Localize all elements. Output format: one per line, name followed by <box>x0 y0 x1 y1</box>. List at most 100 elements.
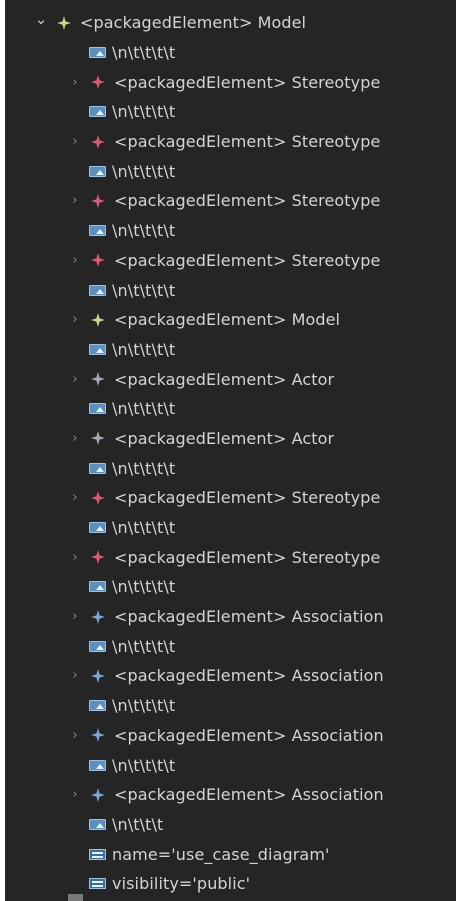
text-node-value: \n\t\t\t\t <box>112 755 176 775</box>
text-node[interactable]: \n\t\t\t\t <box>5 335 456 365</box>
tree-node[interactable]: › <packagedElement> Actor <box>5 364 456 394</box>
chevron-right-icon[interactable]: › <box>68 728 82 743</box>
stereotype-icon <box>91 490 105 505</box>
chevron-right-icon[interactable]: › <box>68 134 82 149</box>
text-node[interactable]: \n\t\t\t\t <box>5 631 456 661</box>
text-node-value: \n\t\t\t\t <box>112 458 176 478</box>
text-node-icon <box>89 47 106 59</box>
stereotype-icon <box>91 550 105 565</box>
text-node[interactable]: \n\t\t\t\t <box>5 453 456 483</box>
text-node-value: \n\t\t\t\t <box>112 221 176 241</box>
association-icon <box>91 609 105 624</box>
element-tag: <packagedElement> <box>114 191 287 211</box>
model-icon <box>57 15 71 30</box>
tree-node[interactable]: › <packagedElement> Association <box>5 602 456 632</box>
stereotype-icon <box>91 193 105 208</box>
element-name: Association <box>291 785 384 805</box>
element-tag: <packagedElement> <box>80 13 253 33</box>
text-node-value: \n\t\t\t\t <box>112 636 176 656</box>
text-node-value: \n\t\t\t\t <box>112 518 176 538</box>
text-node-icon <box>89 225 106 237</box>
association-icon <box>91 668 105 683</box>
text-node[interactable]: \n\t\t\t\t <box>5 750 456 780</box>
text-node-icon <box>89 343 106 355</box>
chevron-right-icon[interactable]: › <box>68 372 82 387</box>
tree-node[interactable]: › <packagedElement> Stereotype <box>5 246 456 276</box>
element-name: Association <box>291 607 384 627</box>
chevron-right-icon[interactable]: › <box>68 431 82 446</box>
element-name: Stereotype <box>291 72 381 92</box>
text-node[interactable]: \n\t\t\t\t <box>5 394 456 424</box>
element-tag: <packagedElement> <box>114 369 287 389</box>
text-node-icon <box>89 106 106 118</box>
attribute-node[interactable]: name='use_case_diagram' <box>5 839 456 869</box>
text-node-icon <box>89 165 106 177</box>
tree-node[interactable]: › <packagedElement> Model <box>5 305 456 335</box>
element-name: Stereotype <box>291 132 381 152</box>
element-name: Actor <box>291 369 335 389</box>
tree-node-root[interactable]: ⌄ <packagedElement> Model <box>5 8 456 38</box>
xml-tree-panel: ⌄ <packagedElement> Model \n\t\t\t\t › <pack… <box>5 0 456 901</box>
tree-node[interactable]: › <packagedElement> Actor <box>5 424 456 454</box>
chevron-right-icon[interactable]: › <box>68 490 82 505</box>
chevron-down-icon[interactable]: ⌄ <box>34 10 48 28</box>
text-node-value: \n\t\t\t\t <box>112 696 176 716</box>
chevron-right-icon[interactable]: › <box>68 609 82 624</box>
text-node-value: \n\t\t\t\t <box>112 399 176 419</box>
attribute-text: name='use_case_diagram' <box>112 844 330 864</box>
element-name: Stereotype <box>291 488 381 508</box>
element-tag: <packagedElement> <box>114 310 287 330</box>
association-icon <box>91 728 105 743</box>
text-node-value: \n\t\t\t\t <box>112 280 176 300</box>
chevron-right-icon[interactable]: › <box>68 550 82 565</box>
element-tag: <packagedElement> <box>114 428 287 448</box>
text-node-value: \n\t\t\t <box>112 814 164 834</box>
association-icon <box>91 787 105 802</box>
text-node-icon <box>89 818 106 830</box>
tree-node[interactable]: › <packagedElement> Association <box>5 661 456 691</box>
element-tag: <packagedElement> <box>114 547 287 567</box>
element-name: Model <box>291 310 341 330</box>
element-tag: <packagedElement> <box>114 72 287 92</box>
chevron-right-icon[interactable]: › <box>68 75 82 90</box>
element-name: Stereotype <box>291 191 381 211</box>
text-node-icon <box>89 462 106 474</box>
stereotype-icon <box>91 134 105 149</box>
text-node-icon <box>89 759 106 771</box>
attribute-icon <box>89 848 106 860</box>
chevron-right-icon[interactable]: › <box>68 312 82 327</box>
model-icon <box>91 312 105 327</box>
text-node[interactable]: \n\t\t\t\t <box>5 216 456 246</box>
element-tag: <packagedElement> <box>114 488 287 508</box>
stereotype-icon <box>91 75 105 90</box>
actor-icon <box>91 372 105 387</box>
element-tag: <packagedElement> <box>114 250 287 270</box>
text-node[interactable]: \n\t\t\t\t <box>5 97 456 127</box>
tree-node[interactable]: › <packagedElement> Stereotype <box>5 186 456 216</box>
tree-node[interactable]: › <packagedElement> Association <box>5 780 456 810</box>
text-node-value: \n\t\t\t\t <box>112 161 176 181</box>
chevron-right-icon[interactable]: › <box>68 253 82 268</box>
text-node[interactable]: \n\t\t\t\t <box>5 38 456 68</box>
tree-node[interactable]: › <packagedElement> Stereotype <box>5 542 456 572</box>
text-node[interactable]: \n\t\t\t <box>5 810 456 840</box>
chevron-right-icon[interactable]: › <box>68 193 82 208</box>
tree-node[interactable]: › <packagedElement> Stereotype <box>5 127 456 157</box>
chevron-right-icon[interactable]: › <box>68 787 82 802</box>
chevron-right-icon[interactable]: › <box>68 668 82 683</box>
tree-node[interactable]: › <packagedElement> Stereotype <box>5 483 456 513</box>
text-node[interactable]: \n\t\t\t\t <box>5 513 456 543</box>
text-node-value: \n\t\t\t\t <box>112 339 176 359</box>
tree-node[interactable]: › <packagedElement> Association <box>5 721 456 751</box>
element-name: Association <box>291 725 384 745</box>
text-node[interactable]: \n\t\t\t\t <box>5 156 456 186</box>
text-node[interactable]: \n\t\t\t\t <box>5 572 456 602</box>
text-node-icon <box>89 700 106 712</box>
element-name: Stereotype <box>291 250 381 270</box>
tree-node[interactable]: › <packagedElement> Stereotype <box>5 67 456 97</box>
text-node[interactable]: \n\t\t\t\t <box>5 275 456 305</box>
element-name: Stereotype <box>291 547 381 567</box>
actor-icon <box>91 431 105 446</box>
text-node[interactable]: \n\t\t\t\t <box>5 691 456 721</box>
attribute-icon <box>89 878 106 890</box>
